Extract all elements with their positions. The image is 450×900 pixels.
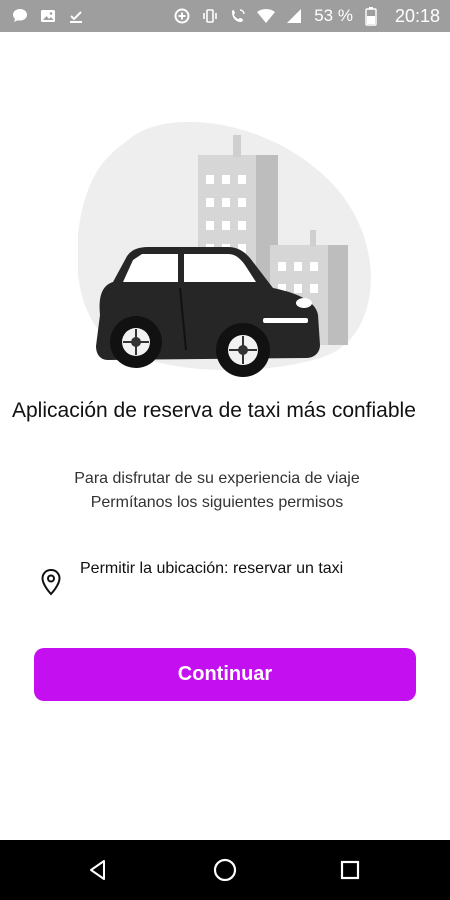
subtitle: Para disfrutar de su experiencia de viaj…	[0, 467, 434, 515]
permission-location-row: Permitir la ubicación: reservar un taxi	[40, 558, 380, 596]
image-icon	[38, 6, 58, 26]
status-right-icons: 53 % 20:18	[172, 6, 440, 27]
permission-location-text: Permitir la ubicación: reservar un taxi	[80, 560, 344, 577]
wifi-calling-icon	[228, 6, 248, 26]
status-bar: 53 % 20:18	[0, 0, 450, 32]
wifi-icon	[256, 6, 276, 26]
battery-percent: 53 %	[314, 6, 353, 25]
location-pin-icon	[40, 568, 62, 596]
vibrate-icon	[200, 6, 220, 26]
page-title: Aplicación de reserva de taxi más confia…	[12, 399, 416, 422]
subtitle-line-1: Para disfrutar de su experiencia de viaj…	[74, 470, 360, 487]
continue-button[interactable]: Continuar	[34, 648, 416, 701]
signal-icon	[284, 6, 304, 26]
status-time: 20:18	[394, 5, 440, 26]
subtitle-line-2: Permítanos los siguientes permisos	[90, 494, 344, 511]
battery-icon	[361, 6, 381, 26]
home-icon[interactable]	[205, 850, 245, 890]
back-icon[interactable]	[78, 850, 118, 890]
data-saver-icon	[172, 6, 192, 26]
recents-icon[interactable]	[330, 850, 370, 890]
taxi-car-city-illustration	[76, 110, 398, 385]
chat-bubble-icon	[10, 6, 30, 26]
download-check-icon	[66, 6, 86, 26]
status-left-icons	[10, 6, 86, 26]
navigation-bar	[0, 840, 450, 900]
